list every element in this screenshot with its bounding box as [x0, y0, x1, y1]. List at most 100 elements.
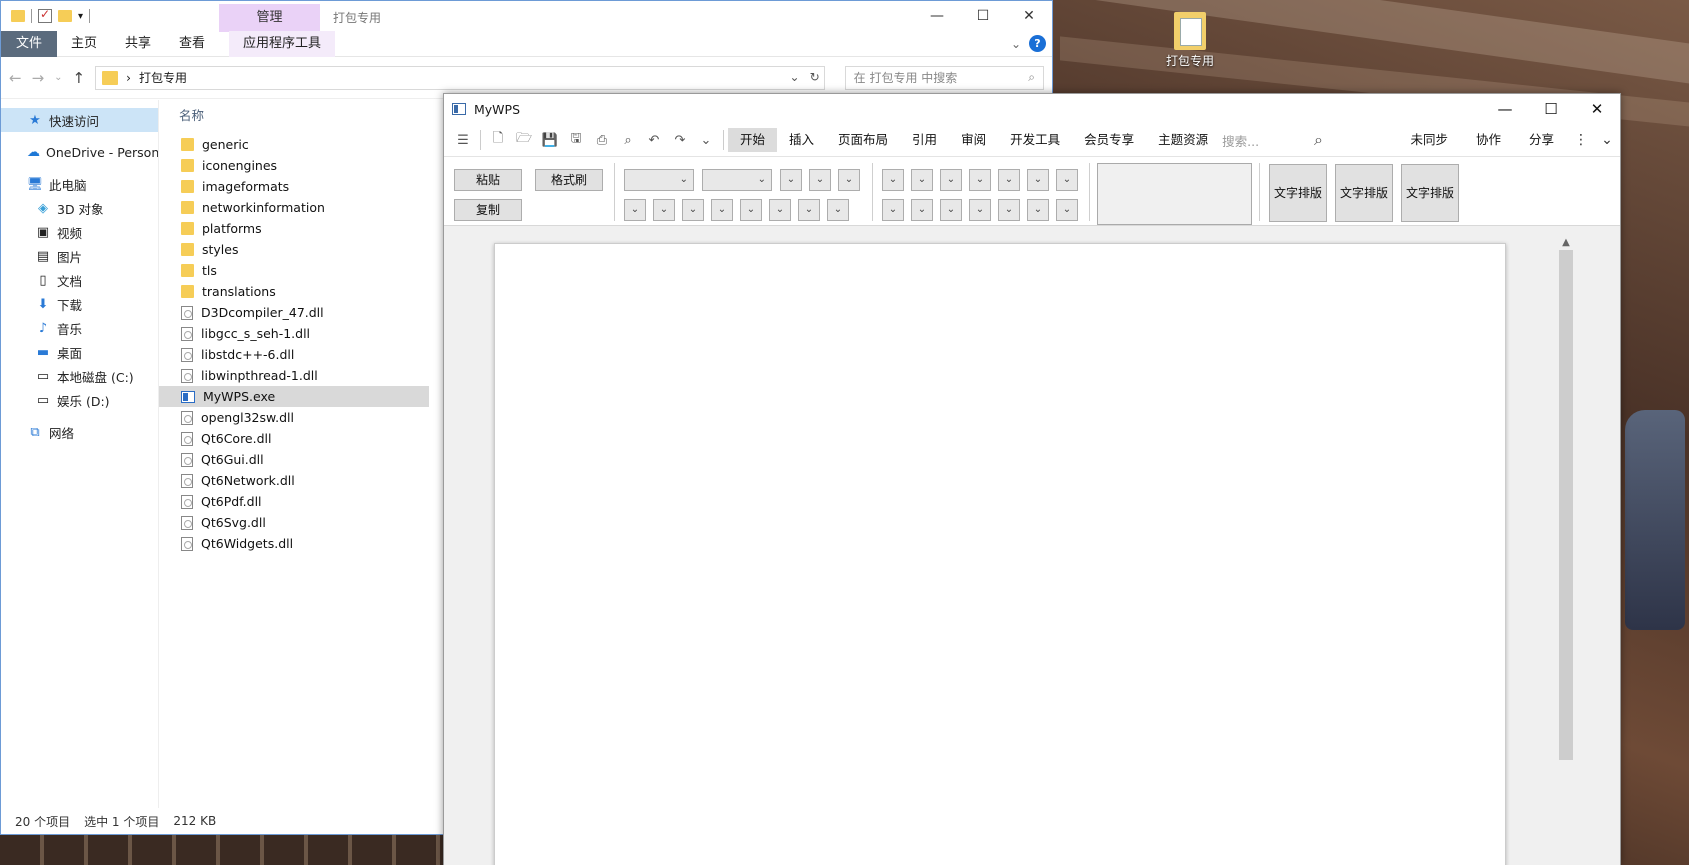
file-row[interactable]: iconengines [159, 155, 429, 176]
format-dropdown[interactable]: ⌄ [911, 199, 933, 221]
nav-documents[interactable]: ▯ 文档 [1, 268, 158, 292]
paste-button[interactable]: 粘贴 [454, 169, 522, 191]
file-row[interactable]: libstdc++-6.dll [159, 344, 429, 365]
format-dropdown[interactable]: ⌄ [1027, 169, 1049, 191]
document-page[interactable] [494, 243, 1506, 865]
help-icon[interactable]: ? [1029, 35, 1046, 52]
new-file-icon[interactable]: 🗋 [485, 129, 511, 151]
file-row[interactable]: Qt6Pdf.dll [159, 491, 429, 512]
format-dropdown[interactable]: ⌄ [809, 169, 831, 191]
print-preview-icon[interactable]: ⌕ [615, 133, 641, 148]
style-gallery[interactable] [1097, 163, 1252, 225]
format-dropdown[interactable]: ⌄ [969, 199, 991, 221]
file-row[interactable]: Qt6Network.dll [159, 470, 429, 491]
format-dropdown[interactable]: ⌄ [798, 199, 820, 221]
format-dropdown[interactable]: ⌄ [682, 199, 704, 221]
minimize-icon[interactable]: — [1482, 94, 1528, 124]
file-row[interactable]: translations [159, 281, 429, 302]
chevron-down-icon[interactable]: ⌄ [693, 133, 719, 148]
nav-this-pc[interactable]: 🖥 此电脑 [1, 172, 158, 196]
font-family-select[interactable]: ⌄ [624, 169, 694, 191]
file-row[interactable]: platforms [159, 218, 429, 239]
format-dropdown[interactable]: ⌄ [827, 199, 849, 221]
nav-pictures[interactable]: ▤ 图片 [1, 244, 158, 268]
format-dropdown[interactable]: ⌄ [1027, 199, 1049, 221]
redo-icon[interactable]: ↷ [667, 133, 693, 148]
tab-app-tools[interactable]: 应用程序工具 [229, 30, 336, 57]
close-icon[interactable]: ✕ [1006, 1, 1052, 31]
save-icon[interactable]: 💾 [537, 133, 563, 148]
tab-member[interactable]: 会员专享 [1072, 128, 1146, 152]
format-dropdown[interactable]: ⌄ [653, 199, 675, 221]
tab-page-layout[interactable]: 页面布局 [826, 128, 900, 152]
file-row[interactable]: MyWPS.exe [159, 386, 429, 407]
new-folder-icon[interactable] [58, 10, 72, 22]
copy-button[interactable]: 复制 [454, 199, 522, 221]
file-row[interactable]: Qt6Widgets.dll [159, 533, 429, 554]
breadcrumb[interactable]: 打包专用 [139, 69, 187, 86]
nav-downloads[interactable]: ⬇ 下载 [1, 292, 158, 316]
file-row[interactable]: opengl32sw.dll [159, 407, 429, 428]
file-row[interactable]: networkinformation [159, 197, 429, 218]
sync-status[interactable]: 未同步 [1396, 128, 1462, 152]
search-icon[interactable]: ⌕ [1314, 130, 1323, 150]
search-input[interactable]: 在 打包专用 中搜索 ⌕ [844, 65, 1044, 90]
share-button[interactable]: 分享 [1515, 128, 1568, 152]
tab-view[interactable]: 查看 [165, 31, 219, 57]
desktop-folder-icon[interactable]: 打包专用 [1160, 8, 1220, 69]
tab-manage[interactable]: 管理 [219, 4, 320, 32]
nav-onedrive[interactable]: ☁ OneDrive - Persona [1, 140, 158, 164]
format-dropdown[interactable]: ⌄ [711, 199, 733, 221]
maximize-icon[interactable]: ☐ [1528, 94, 1574, 124]
file-row[interactable]: styles [159, 239, 429, 260]
format-dropdown[interactable]: ⌄ [998, 199, 1020, 221]
file-row[interactable]: Qt6Svg.dll [159, 512, 429, 533]
format-dropdown[interactable]: ⌄ [624, 199, 646, 221]
tab-file[interactable]: 文件 [1, 30, 57, 57]
forward-arrow-icon[interactable]: → [32, 69, 45, 87]
undo-icon[interactable]: ↶ [641, 133, 667, 148]
format-dropdown[interactable]: ⌄ [838, 169, 860, 191]
format-dropdown[interactable]: ⌄ [969, 169, 991, 191]
nav-desktop[interactable]: ▬ 桌面 [1, 340, 158, 364]
format-dropdown[interactable]: ⌄ [998, 169, 1020, 191]
format-dropdown[interactable]: ⌄ [940, 169, 962, 191]
chevron-down-icon[interactable]: ▾ [78, 11, 83, 22]
tab-review[interactable]: 审阅 [949, 128, 998, 152]
text-layout-button-3[interactable]: 文字排版 [1401, 164, 1459, 222]
tab-references[interactable]: 引用 [900, 128, 949, 152]
search-icon[interactable]: ⌕ [1028, 70, 1035, 85]
tab-themes[interactable]: 主题资源 [1146, 128, 1220, 152]
print-icon[interactable]: ⎙ [589, 133, 615, 148]
format-dropdown[interactable]: ⌄ [740, 199, 762, 221]
nav-network[interactable]: ⧉ 网络 [1, 420, 158, 444]
text-layout-button-1[interactable]: 文字排版 [1269, 164, 1327, 222]
tab-home[interactable]: 主页 [57, 31, 111, 57]
up-arrow-icon[interactable]: ↑ [73, 69, 86, 87]
properties-icon[interactable] [38, 7, 52, 23]
scroll-up-icon[interactable]: ▲ [1558, 237, 1574, 248]
format-dropdown[interactable]: ⌄ [1056, 169, 1078, 191]
minimize-icon[interactable]: — [914, 1, 960, 31]
format-dropdown[interactable]: ⌄ [882, 199, 904, 221]
text-layout-button-2[interactable]: 文字排版 [1335, 164, 1393, 222]
back-arrow-icon[interactable]: ← [9, 69, 22, 87]
chevron-down-icon[interactable]: ⌄ [54, 72, 62, 83]
open-folder-icon[interactable]: 🗁 [511, 129, 537, 151]
vertical-scrollbar[interactable]: ▲ [1558, 237, 1574, 777]
tab-developer[interactable]: 开发工具 [998, 128, 1072, 152]
chevron-down-icon[interactable]: ⌄ [1011, 37, 1021, 51]
nav-drive-d[interactable]: ▭ 娱乐 (D:) [1, 388, 158, 412]
collaborate-button[interactable]: 协作 [1462, 128, 1515, 152]
tab-insert[interactable]: 插入 [777, 128, 826, 152]
file-row[interactable]: tls [159, 260, 429, 281]
nav-drive-c[interactable]: ▭ 本地磁盘 (C:) [1, 364, 158, 388]
refresh-icon[interactable]: ↻ [810, 70, 820, 84]
hamburger-menu-icon[interactable]: ☰ [450, 133, 476, 148]
scrollbar-thumb[interactable] [1559, 250, 1573, 760]
file-row[interactable]: Qt6Gui.dll [159, 449, 429, 470]
search-input[interactable]: 搜索... [1222, 131, 1259, 150]
file-row[interactable]: D3Dcompiler_47.dll [159, 302, 429, 323]
tab-start[interactable]: 开始 [728, 128, 778, 152]
format-dropdown[interactable]: ⌄ [882, 169, 904, 191]
